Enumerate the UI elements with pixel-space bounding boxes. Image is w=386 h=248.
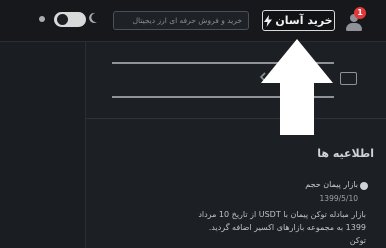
quick-buy-label: خرید آسان xyxy=(275,14,333,27)
user-icon-body xyxy=(346,23,362,31)
quick-buy-button[interactable]: خرید آسان xyxy=(262,10,335,31)
search-input[interactable]: خرید و فروش حرفه ای ارز دیجیتال xyxy=(113,11,249,30)
news-section-title: اطلاعیه ها xyxy=(317,147,374,160)
notification-badge: 1 xyxy=(354,7,366,19)
sun-icon xyxy=(39,16,45,22)
theme-toggle[interactable] xyxy=(54,12,86,27)
user-menu-button[interactable]: 1 xyxy=(344,7,366,32)
news-bullet-icon xyxy=(360,182,368,190)
news-item-date: 1399/5/10 xyxy=(319,194,358,203)
arrow-up-icon xyxy=(261,39,333,135)
top-navbar: 1 خرید آسان خرید و فروش حرفه ای ارز دیجی… xyxy=(0,0,386,42)
toggle-knob xyxy=(57,14,68,25)
news-item-body: بازار مبادله توکن پیمان با USDT از تاریخ… xyxy=(198,210,366,245)
section-separator xyxy=(86,118,386,119)
bolt-icon xyxy=(264,14,273,27)
news-item-heading[interactable]: بازار پیمان حجم xyxy=(305,180,358,189)
chat-icon[interactable] xyxy=(340,72,357,85)
search-placeholder: خرید و فروش حرفه ای ارز دیجیتال xyxy=(132,16,242,25)
left-sidebar xyxy=(0,42,86,248)
moon-icon xyxy=(89,12,97,23)
